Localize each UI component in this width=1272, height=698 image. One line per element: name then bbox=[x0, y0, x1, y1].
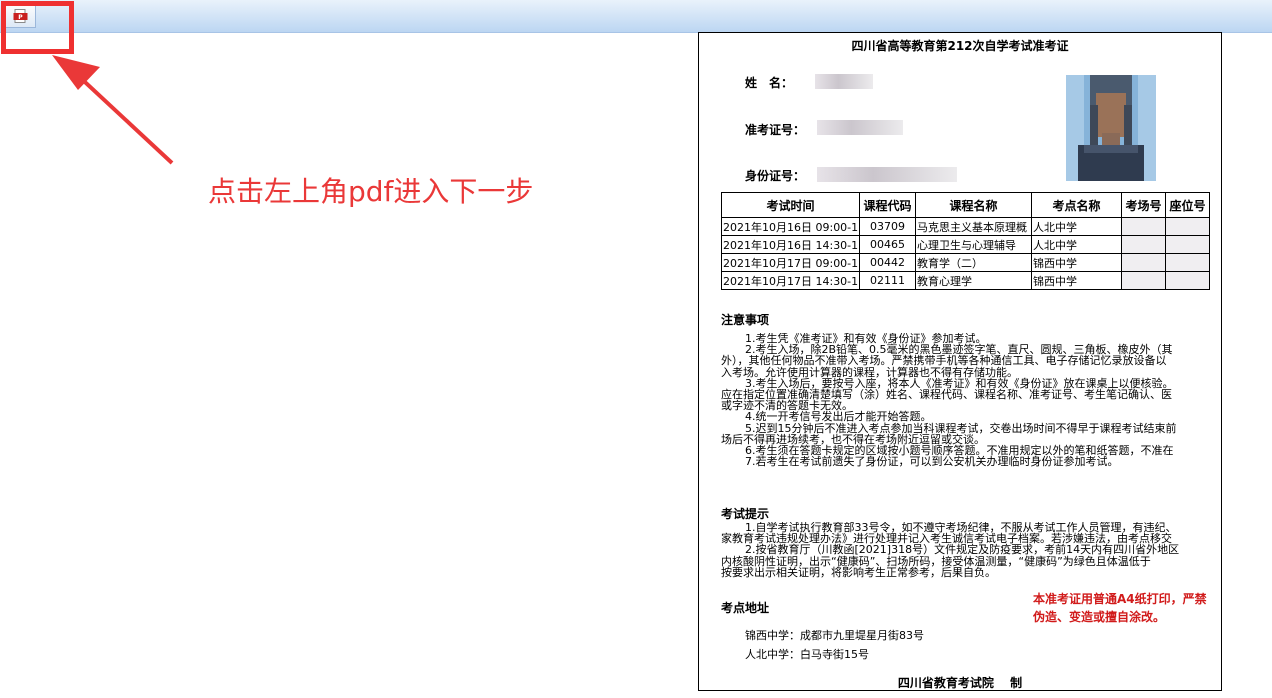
room-number-redacted bbox=[1121, 271, 1166, 290]
tips-list: 1.自学考试执行教育部33号令，如不遵守考场纪律，不服从考试工作人员管理，有违纪… bbox=[721, 522, 1209, 578]
ticket-title: 四川省高等教育第212次自学考试准考证 bbox=[851, 39, 1069, 53]
seat-number-redacted bbox=[1165, 235, 1210, 254]
course-code: 02111 bbox=[859, 271, 916, 290]
issuer: 四川省教育考试院 制 bbox=[897, 676, 1023, 690]
course-name: 教育学（二） bbox=[915, 253, 1032, 272]
seat-number-redacted bbox=[1165, 271, 1210, 290]
table-header: 考试时间 bbox=[721, 192, 860, 218]
notice-list: 1.考生凭《准考证》和有效《身份证》参加考试。 2.考生入场，除2B铅笔、0.5… bbox=[721, 333, 1209, 467]
tips-title: 考试提示 bbox=[721, 507, 770, 521]
table-header: 座位号 bbox=[1165, 192, 1210, 218]
seat-number-redacted bbox=[1165, 217, 1210, 236]
table-header: 考点名称 bbox=[1031, 192, 1122, 218]
course-code: 03709 bbox=[859, 217, 916, 236]
print-note: 本准考证用普通A4纸打印，严禁伪造、变造或擅自涂改。 bbox=[1033, 592, 1207, 624]
address-title: 考点地址 bbox=[721, 601, 770, 615]
course-name: 马克思主义基本原理概 bbox=[915, 217, 1032, 236]
exam-site: 人北中学 bbox=[1031, 217, 1122, 236]
room-number-redacted bbox=[1121, 253, 1166, 272]
table-header: 课程名称 bbox=[915, 192, 1032, 218]
admission-number-redacted bbox=[817, 120, 903, 135]
exam-site: 人北中学 bbox=[1031, 235, 1122, 254]
exam-time: 2021年10月17日 09:00-11 bbox=[721, 253, 860, 272]
tips-line: 2.按省教育厅（川教函[2021]318号）文件规定及防疫要求，考前14天内有四… bbox=[745, 543, 1180, 557]
exam-time: 2021年10月17日 14:30-17 bbox=[721, 271, 860, 290]
exam-time: 2021年10月16日 09:00-11 bbox=[721, 217, 860, 236]
exam-site: 锦西中学 bbox=[1031, 253, 1122, 272]
notice-line: 外），其他任何物品不准带入考场。严禁携带手机等各种通信工具、电子存储记忆录放设备… bbox=[721, 354, 1167, 368]
seat-number-redacted bbox=[1165, 253, 1210, 272]
exam-site: 锦西中学 bbox=[1031, 271, 1122, 290]
admission-ticket: 四川省高等教育第212次自学考试准考证 姓 名： 准考证号： 身份证号： 考试时… bbox=[698, 32, 1222, 691]
exam-schedule-table: 考试时间 课程代码 课程名称 考点名称 考场号 座位号 2021年10月16日 … bbox=[721, 192, 1210, 290]
table-row: 2021年10月17日 14:30-17 02111 教育心理学 锦西中学 bbox=[721, 271, 1210, 290]
table-header-row: 考试时间 课程代码 课程名称 考点名称 考场号 座位号 bbox=[721, 192, 1210, 218]
course-code: 00442 bbox=[859, 253, 916, 272]
table-header: 课程代码 bbox=[859, 192, 916, 218]
notice-line: 7.若考生在考试前遗失了身份证，可以到公安机关办理临时身份证参加考试。 bbox=[745, 455, 1119, 468]
course-name: 心理卫生与心理辅导 bbox=[915, 235, 1032, 254]
candidate-photo-redacted bbox=[1066, 75, 1156, 181]
exam-time: 2021年10月16日 14:30-17 bbox=[721, 235, 860, 254]
arrow-annotation bbox=[52, 55, 174, 165]
address-line: 人北中学：白马寺街15号 bbox=[745, 648, 869, 661]
admission-number-label: 准考证号： bbox=[745, 123, 806, 137]
table-row: 2021年10月17日 09:00-11 00442 教育学（二） 锦西中学 bbox=[721, 253, 1210, 272]
table-header: 考场号 bbox=[1121, 192, 1166, 218]
id-number-redacted bbox=[817, 167, 957, 182]
hint-text: 点击左上角pdf进入下一步 bbox=[208, 175, 534, 208]
id-number-label: 身份证号： bbox=[745, 169, 806, 183]
table-row: 2021年10月16日 14:30-17 00465 心理卫生与心理辅导 人北中… bbox=[721, 235, 1210, 254]
tips-line: 按要求出示相关证明，将影响考生正常参考，后果自负。 bbox=[721, 565, 996, 579]
address-line: 锦西中学：成都市九里堤星月街83号 bbox=[745, 629, 924, 642]
table-row: 2021年10月16日 09:00-11 03709 马克思主义基本原理概 人北… bbox=[721, 217, 1210, 236]
course-code: 00465 bbox=[859, 235, 916, 254]
name-value-redacted bbox=[815, 74, 873, 89]
notice-line: 4.统一开考信号发出后才能开始答题。 bbox=[745, 410, 932, 424]
room-number-redacted bbox=[1121, 235, 1166, 254]
room-number-redacted bbox=[1121, 217, 1166, 236]
notice-title: 注意事项 bbox=[721, 313, 770, 327]
course-name: 教育心理学 bbox=[915, 271, 1032, 290]
name-label: 姓 名： bbox=[745, 76, 794, 90]
